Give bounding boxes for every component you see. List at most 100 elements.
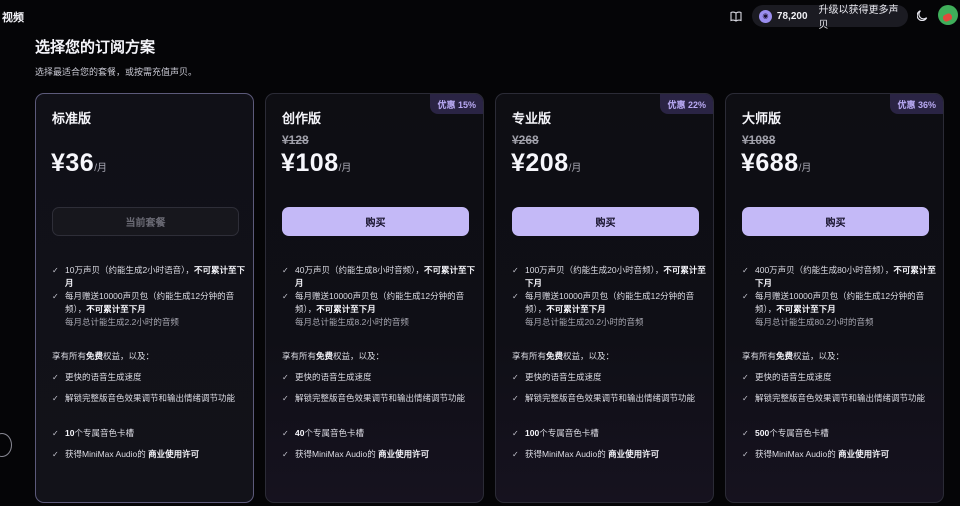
check-icon: ✓ [282,373,289,382]
check-icon: ✓ [282,266,289,275]
total-hours-note: 每月总计能生成20.2小时的音频 [525,317,644,327]
original-price: ¥1088 [742,133,776,147]
check-icon: ✓ [282,292,289,301]
per-month-label: /月 [568,163,582,174]
avatar[interactable] [938,5,958,25]
check-icon: ✓ [512,429,519,438]
faster-feature: ✓ 更快的语音生成速度 [52,372,142,382]
check-icon: ✓ [52,429,59,438]
quota-feature: ✓ 10万声贝（约能生成2小时语音），不可累计至下月 [52,264,247,290]
nav-tab-video[interactable]: 视频 [2,9,24,25]
side-scroll-handle[interactable] [0,433,12,457]
original-price: ¥268 [512,133,539,147]
plan-name: 大师版 [742,111,782,126]
bonus-feature: ✓ 每月赠送10000声贝包（约能生成12分钟的音频），不可累计至下月 [282,290,477,316]
check-icon: ✓ [512,373,519,382]
feature-text: 10万声贝（约能生成2小时语音），不可累计至下月 [65,265,245,288]
quota-feature: ✓ 100万声贝（约能生成20小时音频），不可累计至下月 [512,264,707,290]
check-icon: ✓ [52,266,59,275]
per-month-label: /月 [798,163,812,174]
top-bar: 视频 ◉ 78,200 升级以获得更多声贝 [0,0,960,32]
license-feature: ✓ 获得MiniMax Audio的 商业使用许可 [282,449,430,459]
no-rollover-label: 不可累计至下月 [776,304,836,314]
voice-slots-feature: ✓ 40个专属音色卡槽 [282,428,364,438]
plan-price: ¥36/月 [51,149,107,178]
buy-button[interactable]: 购买 [282,207,469,236]
plan-card: 标准版 ¥36/月当前套餐 ✓ 10万声贝（约能生成2小时语音），不可累计至下月 ✓ 每月… [35,93,254,503]
price-amount: ¥108 [281,149,339,177]
plan-price: ¥688/月 [741,149,811,178]
plan-name: 标准版 [52,111,92,126]
voice-slots-feature: ✓ 100个专属音色卡槽 [512,428,599,438]
bonus-feature: ✓ 每月赠送10000声贝包（约能生成12分钟的音频），不可累计至下月 [742,290,937,316]
feature-text: 每月赠送10000声贝包（约能生成12分钟的音频），不可累计至下月 [295,291,465,314]
quota-feature: ✓ 40万声贝（约能生成8小时音频），不可累计至下月 [282,264,477,290]
credits-upgrade-button[interactable]: ◉ 78,200 升级以获得更多声贝 [752,5,908,31]
page-title: 选择您的订阅方案 [35,39,156,56]
original-price: ¥128 [282,133,309,147]
check-icon: ✓ [52,394,59,403]
check-icon: ✓ [512,266,519,275]
check-icon: ✓ [282,429,289,438]
check-icon: ✓ [742,292,749,301]
discount-badge: 优惠 36% [890,94,943,114]
faster-feature: ✓ 更快的语音生成速度 [282,372,372,382]
plan-card: 大师版 优惠 36% ¥1088 ¥688/月购买 ✓ 400万声贝（约能生成80小时音频… [725,93,944,503]
buy-button[interactable]: 购买 [512,207,699,236]
no-rollover-label: 不可累计至下月 [86,304,146,314]
plan-card: 专业版 优惠 22% ¥268 ¥208/月 购买 ✓ 100万声贝（约能生成20小时音频）… [495,93,714,503]
slot-count: 500 [755,428,770,438]
bonus-feature: ✓ 每月赠送10000声贝包（约能生成12分钟的音频），不可累计至下月 [512,290,707,316]
unlock-feature: ✓ 解锁完整版音色效果调节和输出情绪调节功能 [52,393,236,403]
book-icon[interactable] [726,6,746,26]
current-plan-button[interactable]: 当前套餐 [52,207,239,236]
unlock-feature: ✓ 解锁完整版音色效果调节和输出情绪调节功能 [512,393,696,403]
feature-text: 40万声贝（约能生成8小时音频），不可累计至下月 [295,265,475,288]
check-icon: ✓ [512,450,519,459]
voice-slots-feature: ✓ 10个专属音色卡槽 [52,428,134,438]
no-rollover-label: 不可累计至下月 [316,304,376,314]
per-month-label: /月 [338,163,352,174]
credit-coin-icon: ◉ [759,9,772,23]
feature-text: 每月赠送10000声贝包（约能生成12分钟的音频），不可累计至下月 [65,291,235,314]
buy-button[interactable]: 购买 [742,207,929,236]
moon-icon[interactable] [914,6,932,24]
no-rollover-label: 不可累计至下月 [546,304,606,314]
price-amount: ¥208 [511,149,569,177]
unlock-feature: ✓ 解锁完整版音色效果调节和输出情绪调节功能 [282,393,466,403]
included-heading: 享有所有免费权益，以及： [742,351,845,361]
plan-price: ¥208/月 [511,149,581,178]
license-feature: ✓ 获得MiniMax Audio的 商业使用许可 [742,449,890,459]
check-icon: ✓ [52,292,59,301]
included-heading: 享有所有免费权益，以及： [52,351,155,361]
total-hours-note: 每月总计能生成80.2小时的音频 [755,317,874,327]
plan-card: 创作版 优惠 15% ¥128 ¥108/月 购买 ✓ 40万声贝（约能生成8小时音频），不… [265,93,484,503]
check-icon: ✓ [742,429,749,438]
slot-count: 100 [525,428,540,438]
check-icon: ✓ [512,292,519,301]
bonus-feature: ✓ 每月赠送10000声贝包（约能生成12分钟的音频），不可累计至下月 [52,290,247,316]
total-hours-note: 每月总计能生成2.2小时的音频 [65,317,179,327]
check-icon: ✓ [512,394,519,403]
license-feature: ✓ 获得MiniMax Audio的 商业使用许可 [512,449,660,459]
plan-name: 专业版 [512,111,552,126]
check-icon: ✓ [52,450,59,459]
per-month-label: /月 [94,163,107,174]
check-icon: ✓ [52,373,59,382]
feature-text: 400万声贝（约能生成80小时音频），不可累计至下月 [755,265,936,288]
included-heading: 享有所有免费权益，以及： [282,351,385,361]
faster-feature: ✓ 更快的语音生成速度 [512,372,602,382]
price-amount: ¥688 [741,149,799,177]
check-icon: ✓ [282,450,289,459]
faster-feature: ✓ 更快的语音生成速度 [742,372,832,382]
unlock-feature: ✓ 解锁完整版音色效果调节和输出情绪调节功能 [742,393,926,403]
price-amount: ¥36 [51,149,95,177]
feature-text: 100万声贝（约能生成20小时音频），不可累计至下月 [525,265,706,288]
plan-name: 创作版 [282,111,322,126]
feature-text: 每月赠送10000声贝包（约能生成12分钟的音频），不可累计至下月 [755,291,925,314]
feature-text: 每月赠送10000声贝包（约能生成12分钟的音频），不可累计至下月 [525,291,695,314]
check-icon: ✓ [282,394,289,403]
total-hours-note: 每月总计能生成8.2小时的音频 [295,317,409,327]
check-icon: ✓ [742,394,749,403]
included-heading: 享有所有免费权益，以及： [512,351,615,361]
